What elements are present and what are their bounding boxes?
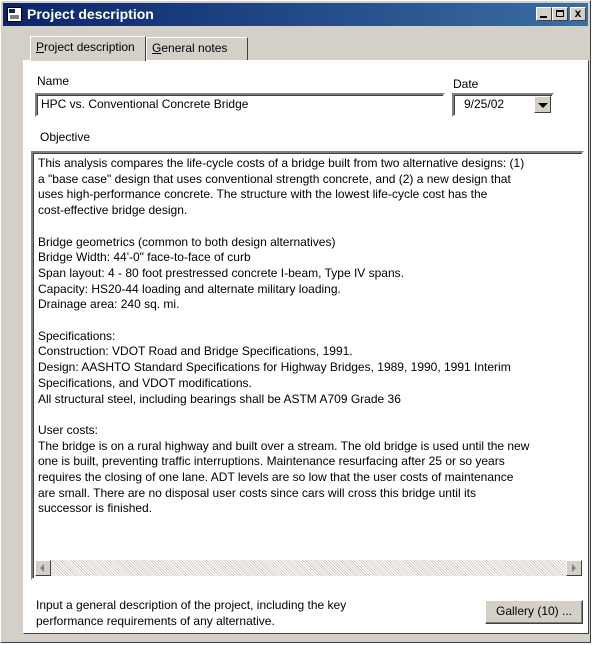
tab-general-notes[interactable]: General notes [146, 37, 248, 60]
tab-project-description[interactable]: Project description [30, 36, 146, 61]
app-icon [7, 7, 22, 22]
name-value: HPC vs. Conventional Concrete Bridge [41, 97, 249, 111]
tab-label: eneral notes [161, 41, 228, 55]
minimize-button[interactable] [536, 7, 552, 21]
name-field[interactable]: HPC vs. Conventional Concrete Bridge [35, 93, 445, 117]
scroll-right-icon[interactable] [566, 560, 582, 576]
tab-label-mnemonic: G [152, 41, 162, 55]
minimize-icon [540, 16, 547, 18]
chevron-down-icon[interactable] [534, 96, 551, 113]
tab-label: roject description [44, 40, 135, 54]
close-icon: x [574, 6, 582, 20]
date-value: 9/25/02 [464, 97, 505, 111]
scroll-left-icon[interactable] [35, 560, 51, 576]
tab-label-mnemonic: P [36, 40, 45, 54]
name-label: Name [37, 74, 70, 88]
help-text: Input a general description of the proje… [36, 598, 347, 628]
title-bar[interactable]: Project description x [3, 3, 588, 26]
objective-text: This analysis compares the life-cycle co… [38, 156, 530, 516]
date-label: Date [453, 77, 479, 91]
objective-textarea[interactable]: This analysis compares the life-cycle co… [31, 151, 584, 580]
maximize-icon [556, 10, 564, 17]
maximize-button[interactable] [552, 7, 568, 21]
date-dropdown[interactable]: 9/25/02 [452, 93, 554, 117]
objective-label: Objective [40, 130, 91, 144]
horizontal-scrollbar[interactable] [35, 560, 582, 576]
gallery-button[interactable]: Gallery (10) ... [485, 600, 583, 624]
window-title: Project description [27, 6, 154, 22]
close-button[interactable]: x [570, 7, 586, 21]
